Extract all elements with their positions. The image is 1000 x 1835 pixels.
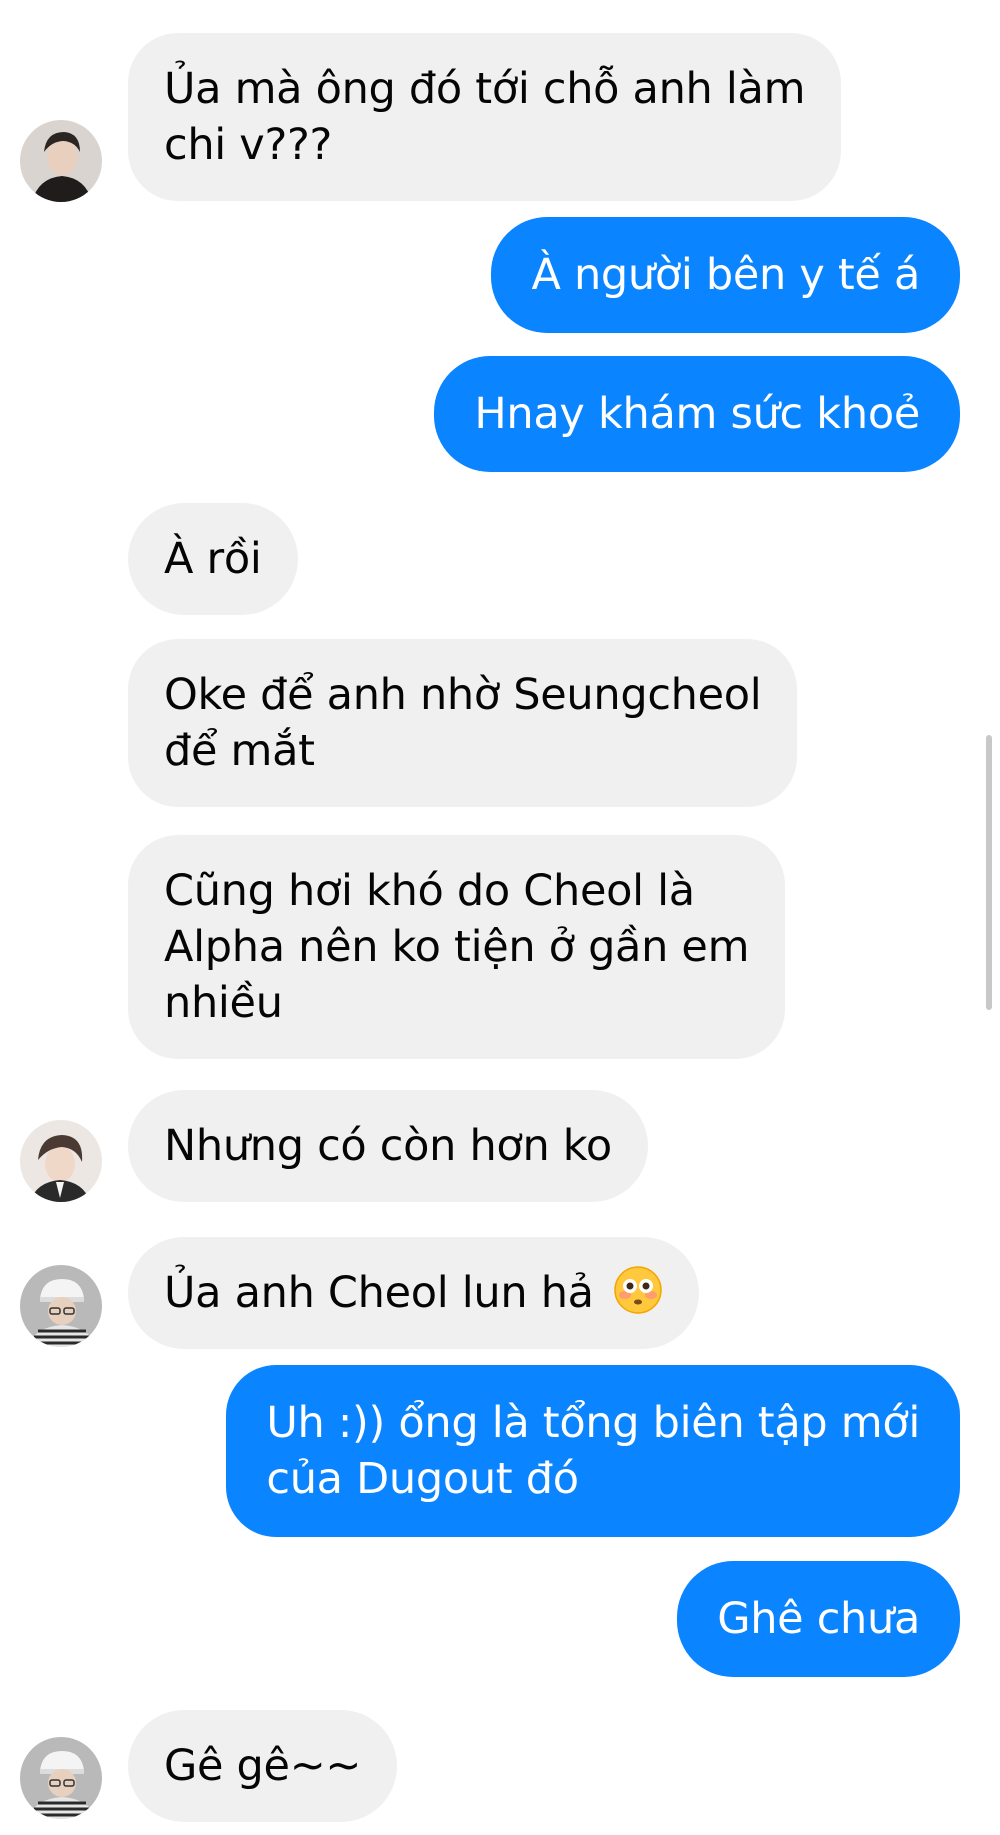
message-text: À người bên y tế á: [531, 250, 920, 300]
message-text-line: Uh :)) ổng là tổng biên tập mới: [266, 1398, 920, 1448]
message-text: Nhưng có còn hơn ko: [164, 1121, 612, 1171]
message-text-line: nhiều: [164, 978, 283, 1028]
message-text: Ghê chưa: [717, 1594, 920, 1644]
contact-avatar[interactable]: [20, 1265, 102, 1347]
message-received[interactable]: Nhưng có còn hơn ko: [128, 1090, 648, 1202]
message-received[interactable]: À rồi: [128, 503, 298, 615]
message-text-line: Ủa mà ông đó tới chỗ anh làm: [164, 64, 806, 114]
message-text-line: của Dugout đó: [266, 1454, 579, 1504]
flushed-face-emoji: [613, 1265, 663, 1315]
message-sent[interactable]: Uh :)) ổng là tổng biên tập mới của Dugo…: [226, 1365, 960, 1537]
message-sent[interactable]: À người bên y tế á: [491, 217, 960, 333]
message-received[interactable]: Cũng hơi khó do Cheol là Alpha nên ko ti…: [128, 835, 786, 1059]
message-sent[interactable]: Ghê chưa: [677, 1561, 960, 1677]
message-received[interactable]: Oke để anh nhờ Seungcheol để mắt: [128, 639, 798, 807]
contact-avatar[interactable]: [20, 1737, 102, 1819]
message-text-line: Cũng hơi khó do Cheol là: [164, 866, 695, 916]
message-text: Gê gê~~: [164, 1741, 362, 1791]
message-sent[interactable]: Hnay khám sức khoẻ: [434, 356, 960, 472]
message-text: Hnay khám sức khoẻ: [474, 389, 920, 439]
message-text-line: Alpha nên ko tiện ở gần em: [164, 922, 750, 972]
message-received[interactable]: Ủa anh Cheol lun hả: [128, 1237, 700, 1349]
contact-avatar[interactable]: [20, 120, 102, 202]
message-text: À rồi: [164, 534, 262, 584]
message-text-line: Oke để anh nhờ Seungcheol: [164, 670, 762, 720]
scrollbar[interactable]: [986, 735, 992, 1010]
message-text: Ủa anh Cheol lun hả: [164, 1268, 594, 1318]
message-text-line: để mắt: [164, 726, 315, 776]
message-received[interactable]: Ủa mà ông đó tới chỗ anh làm chi v???: [128, 33, 842, 201]
contact-avatar[interactable]: [20, 1120, 102, 1202]
message-received[interactable]: Gê gê~~: [128, 1710, 398, 1822]
message-text-line: chi v???: [164, 120, 333, 170]
